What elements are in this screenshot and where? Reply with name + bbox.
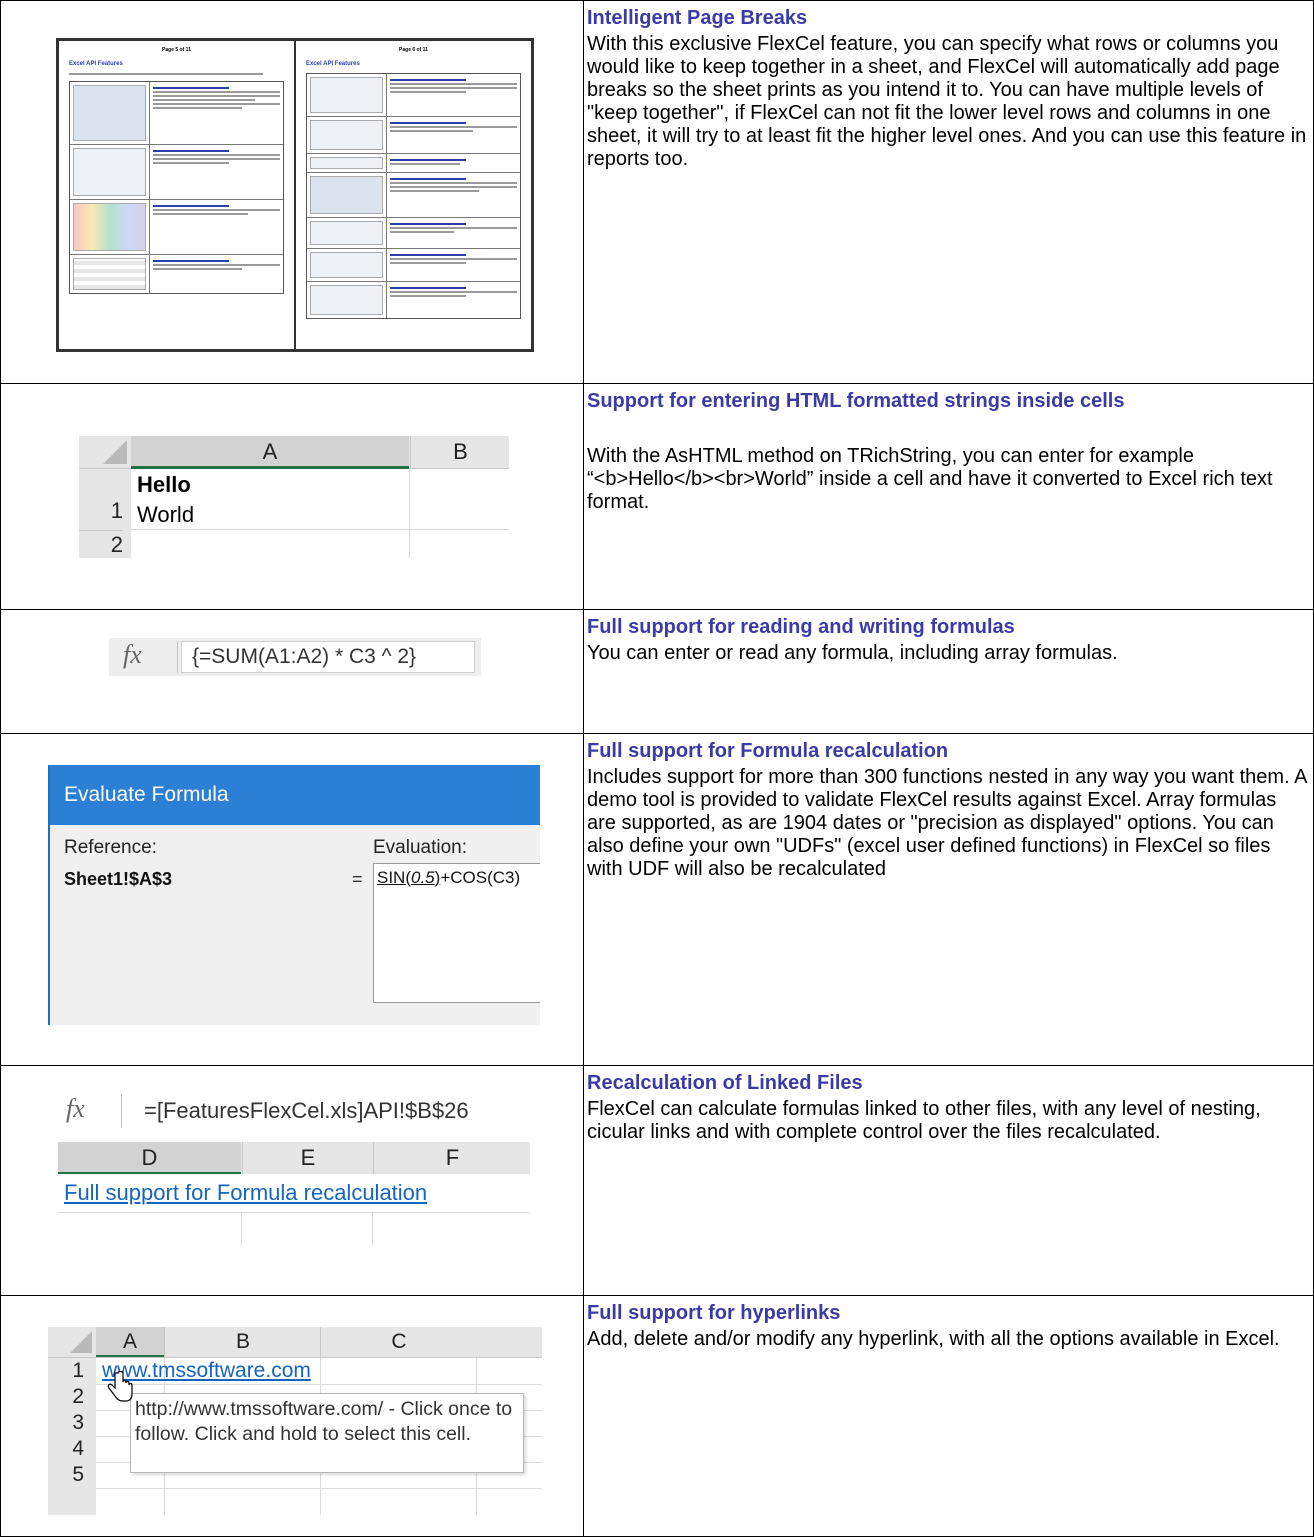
reference-value: Sheet1!$A$3 — [64, 869, 173, 889]
feature-title: Recalculation of Linked Files — [587, 1072, 863, 1094]
column-header-e: E — [242, 1142, 373, 1174]
feature-row-linked-files: fx =[FeaturesFlexCel.xls]API!$B$26 D E F… — [0, 1065, 1314, 1296]
column-header-b: B — [164, 1327, 321, 1357]
row-header-3: 3 — [72, 1411, 84, 1434]
page-title: Excel API Features — [69, 61, 123, 67]
feature-image-cell: A B 1 2 Hello World — [0, 383, 584, 610]
feature-description: Add, delete and/or modify any hyperlink,… — [587, 1328, 1280, 1350]
hyperlink-tooltip: http://www.tmssoftware.com/ - Click once… — [130, 1393, 524, 1473]
column-header-b: B — [410, 436, 510, 468]
feature-description: Includes support for more than 300 funct… — [587, 766, 1307, 880]
row-header-4: 4 — [72, 1437, 84, 1460]
formula-text: =[FeaturesFlexCel.xls]API!$B$26 — [144, 1098, 469, 1123]
feature-text-cell: Full support for Formula recalculation I… — [583, 733, 1314, 1066]
evaluation-box: SIN(0.5)+COS(C3) — [373, 863, 540, 1003]
page-title: Excel API Features — [306, 61, 360, 67]
page-feature-grid — [69, 81, 284, 294]
feature-text-cell: Full support for hyperlinks Add, delete … — [583, 1295, 1314, 1537]
page-intro-lines — [69, 73, 284, 75]
cell-plain-text: World — [137, 502, 195, 527]
page-number: Page 5 of 11 — [162, 47, 191, 53]
thumbnail-page-right: Page 6 of 11 Excel API Features — [294, 41, 531, 349]
feature-image-cell: fx {=SUM(A1:A2) * C3 ^ 2} — [0, 609, 584, 734]
feature-description: You can enter or read any formula, inclu… — [587, 642, 1118, 664]
fx-icon: fx — [66, 1094, 85, 1123]
linked-formula-sheet: fx =[FeaturesFlexCel.xls]API!$B$26 D E F… — [48, 1086, 530, 1256]
feature-image-cell: Page 5 of 11 Excel API Features Page 6 o… — [0, 0, 584, 384]
feature-row-hyperlinks: A B C 1 2 3 4 5 www.tmssoftware.com http… — [0, 1295, 1314, 1537]
evaluation-label: Evaluation: — [373, 837, 468, 858]
feature-row-recalculation: Evaluate Formula Reference: Evaluation: … — [0, 733, 1314, 1066]
feature-row-html-strings: A B 1 2 Hello World Support for entering… — [0, 383, 1314, 610]
feature-description: FlexCel can calculate formulas linked to… — [587, 1098, 1261, 1143]
feature-row-page-breaks: Page 5 of 11 Excel API Features Page 6 o… — [0, 0, 1314, 384]
feature-title: Full support for reading and writing for… — [587, 616, 1015, 638]
feature-description: With this exclusive FlexCel feature, you… — [587, 33, 1307, 170]
column-header-a: A — [96, 1327, 164, 1357]
row-header-5: 5 — [72, 1463, 84, 1486]
column-header-a: A — [131, 436, 409, 469]
feature-title: Support for entering HTML formatted stri… — [587, 390, 1125, 412]
dialog-title: Evaluate Formula — [50, 765, 540, 825]
feature-title: Intelligent Page Breaks — [587, 7, 808, 29]
cell-hyperlink[interactable]: Full support for Formula recalculation — [64, 1180, 427, 1206]
rich-text-cell: Hello World — [137, 470, 194, 530]
column-header-f: F — [373, 1142, 531, 1174]
feature-image-cell: A B C 1 2 3 4 5 www.tmssoftware.com http… — [0, 1295, 584, 1537]
feature-row-formulas: fx {=SUM(A1:A2) * C3 ^ 2} Full support f… — [0, 609, 1314, 734]
formula-bar: fx {=SUM(A1:A2) * C3 ^ 2} — [109, 638, 481, 676]
feature-description: With the AsHTML method on TRichString, y… — [587, 445, 1273, 513]
feature-text-cell: Recalculation of Linked Files FlexCel ca… — [583, 1065, 1314, 1296]
column-header-d: D — [58, 1142, 241, 1174]
page-feature-grid — [306, 73, 521, 319]
reference-label: Reference: — [64, 837, 157, 858]
row-header-2: 2 — [79, 530, 123, 559]
row-header-1: 1 — [110, 498, 123, 523]
column-header-c: C — [320, 1327, 477, 1357]
feature-text-cell: Support for entering HTML formatted stri… — [583, 383, 1314, 610]
evaluate-formula-dialog: Evaluate Formula Reference: Evaluation: … — [48, 765, 540, 1025]
select-all-corner — [79, 436, 131, 468]
feature-image-cell: Evaluate Formula Reference: Evaluation: … — [0, 733, 584, 1066]
select-all-corner — [48, 1327, 96, 1357]
equals-sign: = — [352, 869, 363, 889]
feature-image-cell: fx =[FeaturesFlexCel.xls]API!$B$26 D E F… — [0, 1065, 584, 1296]
feature-text-cell: Intelligent Page Breaks With this exclus… — [583, 0, 1314, 384]
page-thumbnails: Page 5 of 11 Excel API Features Page 6 o… — [56, 38, 534, 352]
excel-grid-hyperlink: A B C 1 2 3 4 5 www.tmssoftware.com http… — [48, 1327, 542, 1515]
feature-title: Full support for hyperlinks — [587, 1302, 841, 1324]
row-header-2: 2 — [72, 1385, 84, 1408]
features-table: Page 5 of 11 Excel API Features Page 6 o… — [0, 0, 1314, 1537]
excel-grid-html: A B 1 2 Hello World — [79, 436, 509, 558]
page-number: Page 6 of 11 — [399, 47, 428, 53]
feature-title: Full support for Formula recalculation — [587, 740, 949, 762]
formula-text: {=SUM(A1:A2) * C3 ^ 2} — [181, 641, 475, 673]
cell-bold-text: Hello — [137, 472, 191, 497]
row-header-1: 1 — [72, 1359, 84, 1382]
feature-text-cell: Full support for reading and writing for… — [583, 609, 1314, 734]
thumbnail-page-left: Page 5 of 11 Excel API Features — [59, 41, 294, 349]
fx-icon: fx — [123, 640, 142, 669]
hand-cursor-icon — [107, 1371, 133, 1402]
